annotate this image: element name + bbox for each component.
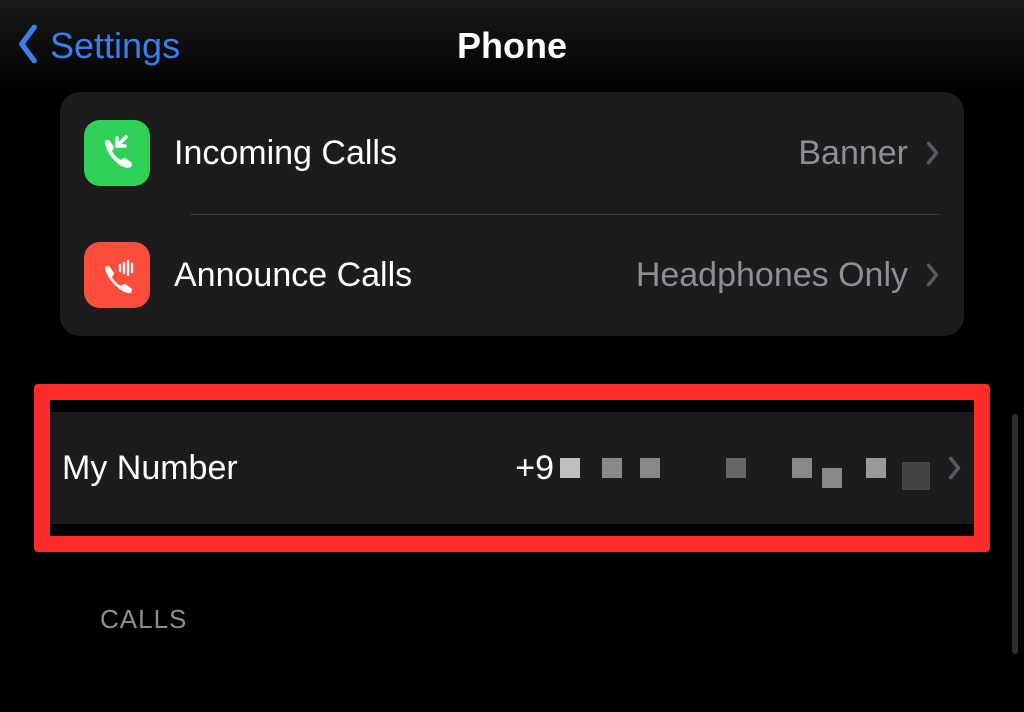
- back-button[interactable]: Settings: [0, 23, 180, 70]
- chevron-right-icon: [948, 455, 962, 481]
- redacted-digit-icon: [560, 458, 580, 478]
- redacted-digit-icon: [902, 462, 930, 490]
- redacted-digit-icon: [602, 458, 622, 478]
- chevron-right-icon: [926, 262, 940, 288]
- phone-incoming-icon: [84, 120, 150, 186]
- row-value: Banner: [798, 134, 908, 173]
- settings-group-1: Incoming Calls Banner Announce Calls: [60, 92, 964, 336]
- settings-group-my-number: My Number +9: [34, 412, 990, 524]
- row-incoming-calls[interactable]: Incoming Calls Banner: [60, 92, 964, 214]
- my-number-highlight-area: My Number +9: [34, 412, 990, 524]
- redacted-digit-icon: [640, 458, 660, 478]
- redacted-digit-icon: [822, 468, 842, 488]
- nav-header: Settings Phone: [0, 0, 1024, 92]
- scroll-indicator[interactable]: [1012, 414, 1018, 654]
- chevron-right-icon: [926, 140, 940, 166]
- row-my-number[interactable]: My Number +9: [34, 412, 990, 524]
- redacted-digit-icon: [726, 458, 746, 478]
- my-number-value: +9: [515, 449, 930, 488]
- row-divider: [190, 214, 940, 215]
- chevron-left-icon: [14, 23, 42, 70]
- phone-number-prefix: +9: [515, 449, 554, 488]
- row-label: My Number: [62, 449, 515, 488]
- row-label: Announce Calls: [174, 256, 636, 295]
- row-value: Headphones Only: [636, 256, 908, 295]
- row-wrap: Announce Calls Headphones Only: [60, 214, 964, 336]
- section-header-calls: CALLS: [100, 604, 1024, 635]
- redacted-digit-icon: [866, 458, 886, 478]
- redacted-digit-icon: [792, 458, 812, 478]
- row-label: Incoming Calls: [174, 134, 798, 173]
- row-announce-calls[interactable]: Announce Calls Headphones Only: [60, 214, 964, 336]
- phone-announce-icon: [84, 242, 150, 308]
- back-label: Settings: [50, 25, 180, 67]
